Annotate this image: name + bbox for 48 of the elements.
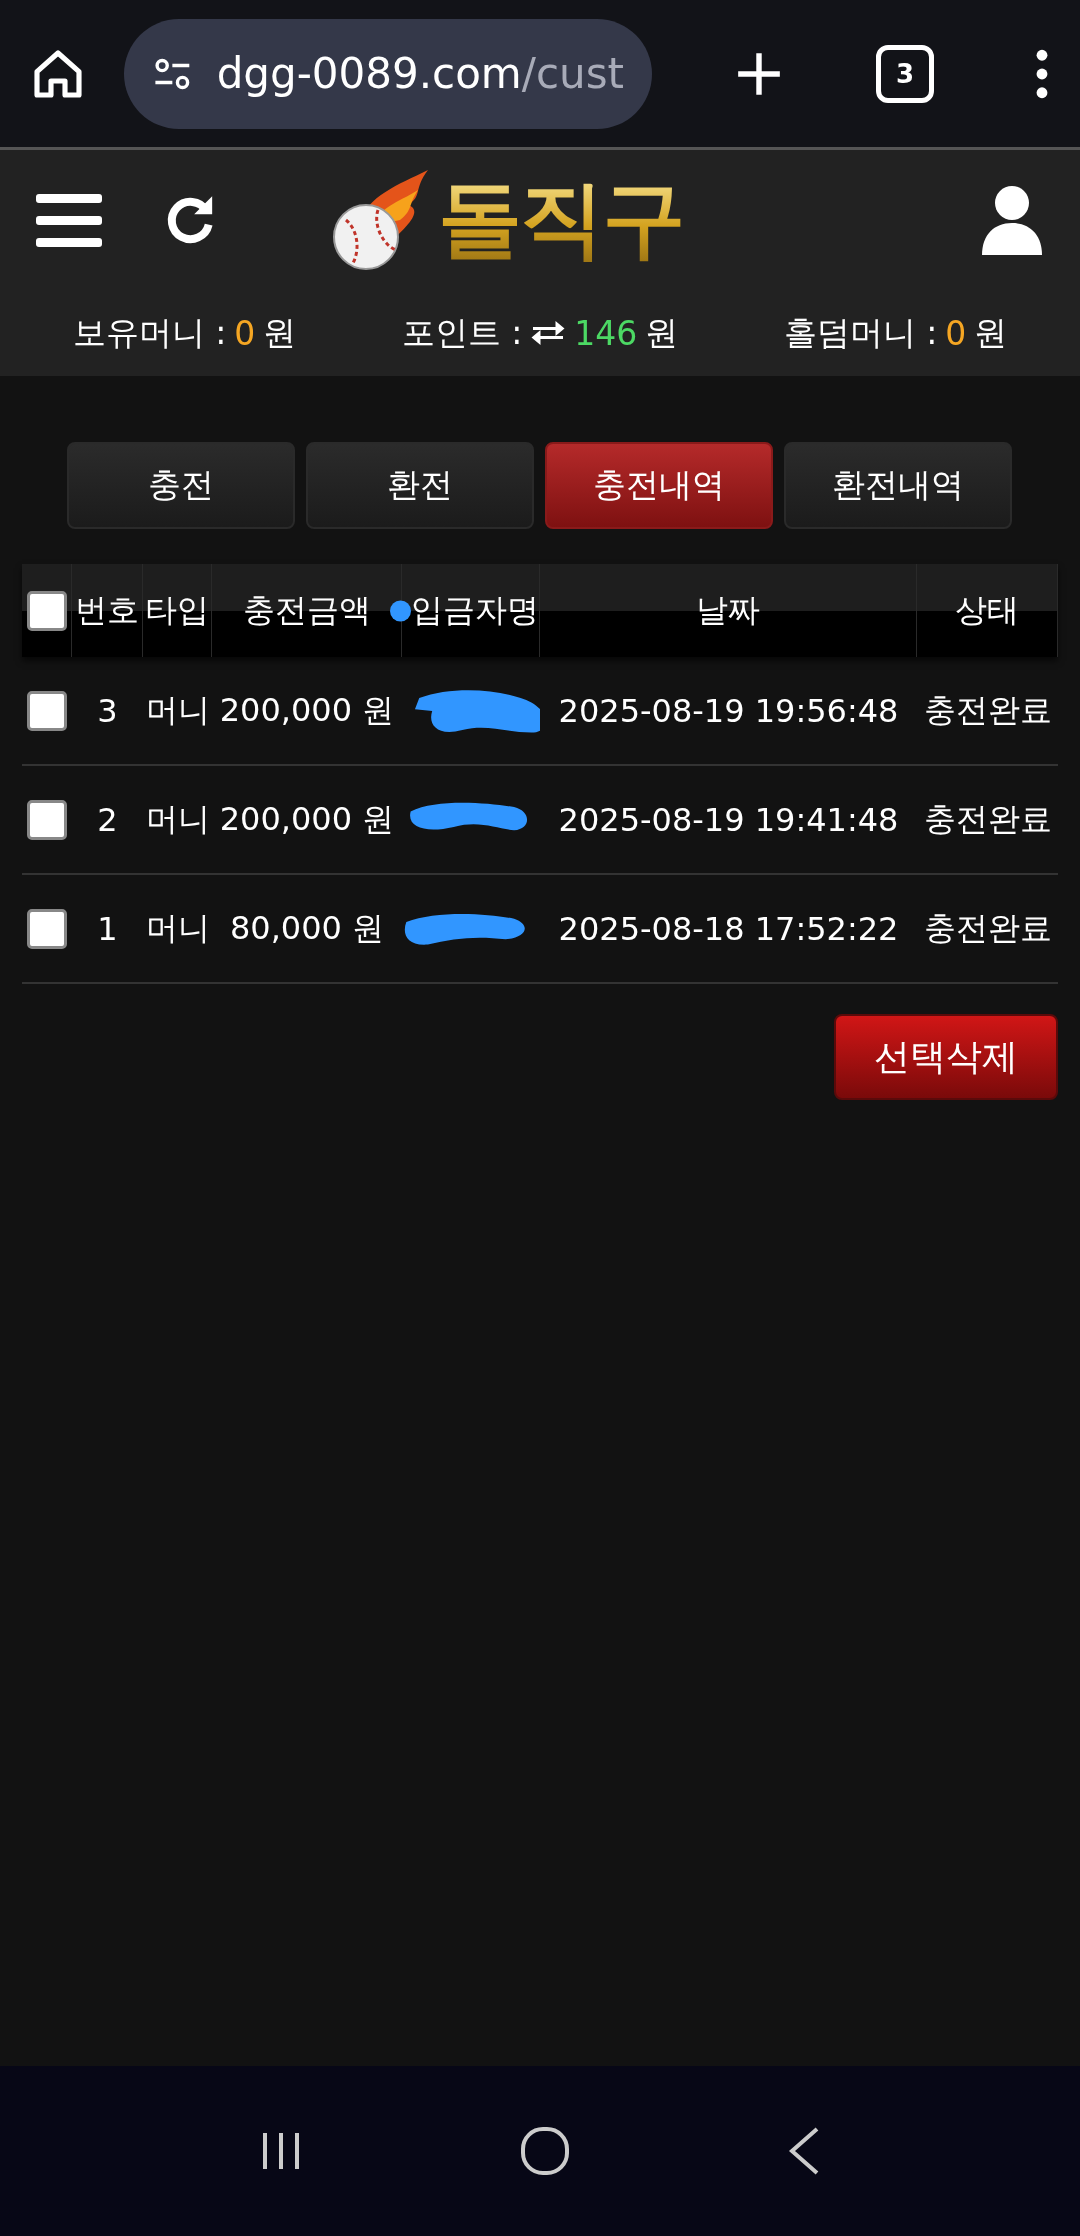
table-cell-text: 2025-08-19 19:56:48 — [557, 691, 900, 730]
balance-value: 0 — [234, 313, 256, 353]
table-cell-text: 3 — [96, 691, 119, 730]
table-cell-text: 머니 — [144, 689, 211, 731]
table-cell-text: 2025-08-19 19:41:48 — [557, 800, 900, 839]
balance-label: 보유머니 : — [72, 311, 227, 354]
menu-icon[interactable] — [36, 192, 102, 248]
site-logo[interactable]: 돌직구 — [328, 163, 684, 277]
checkbox[interactable] — [27, 799, 67, 840]
column-header: 날짜 — [696, 589, 760, 631]
address-bar[interactable]: dgg-0089.com/cust — [124, 18, 652, 129]
dot-icon — [390, 599, 411, 622]
tab-count[interactable]: 3 — [876, 44, 934, 103]
more-icon[interactable] — [1034, 48, 1050, 99]
balance-label: 포인트 : — [401, 311, 523, 354]
column-header: 상태 — [955, 589, 1019, 631]
balance-value: 0 — [945, 313, 967, 353]
column-header: 충전금액 — [242, 589, 371, 631]
table-cell-text: 충전완료 — [922, 798, 1053, 840]
balance-label: 홀덤머니 : — [783, 311, 938, 354]
table-cell-text: 2025-08-18 17:52:22 — [557, 909, 900, 948]
home-button-icon[interactable] — [520, 2126, 570, 2176]
tab[interactable]: 환전 — [306, 442, 534, 529]
table-cell-text: 충전완료 — [922, 689, 1053, 731]
currency-unit: 원 — [645, 311, 679, 354]
column-header: 타입 — [145, 589, 209, 631]
delete-selected-button[interactable]: 선택삭제 — [834, 1014, 1058, 1100]
column-header: 입금자명 — [411, 589, 539, 631]
currency-unit: 원 — [263, 311, 297, 354]
column-header: 번호 — [75, 589, 139, 631]
checkbox[interactable] — [27, 908, 67, 949]
table-cell-text: 80,000 원 — [228, 907, 386, 949]
table-cell-text: 200,000 원 — [218, 689, 396, 731]
checkbox[interactable] — [27, 690, 67, 731]
table-cell-text: 머니 — [144, 907, 211, 949]
user-icon[interactable] — [980, 185, 1044, 255]
tab[interactable]: 충전 — [67, 442, 295, 529]
balance-value: 146 — [574, 313, 638, 353]
table-cell-text: 2 — [96, 800, 119, 839]
table-cell-text: 1 — [96, 909, 119, 948]
table-cell-text: 충전완료 — [922, 907, 1053, 949]
tab[interactable]: 환전내역 — [784, 442, 1012, 529]
checkbox[interactable] — [26, 590, 67, 631]
table-cell-text: 200,000 원 — [218, 798, 396, 840]
tab[interactable]: 충전내역 — [545, 442, 773, 529]
currency-unit: 원 — [974, 311, 1008, 354]
table-cell-text: 머니 — [144, 798, 211, 840]
url-text: dgg-0089.com/cust — [216, 49, 624, 98]
